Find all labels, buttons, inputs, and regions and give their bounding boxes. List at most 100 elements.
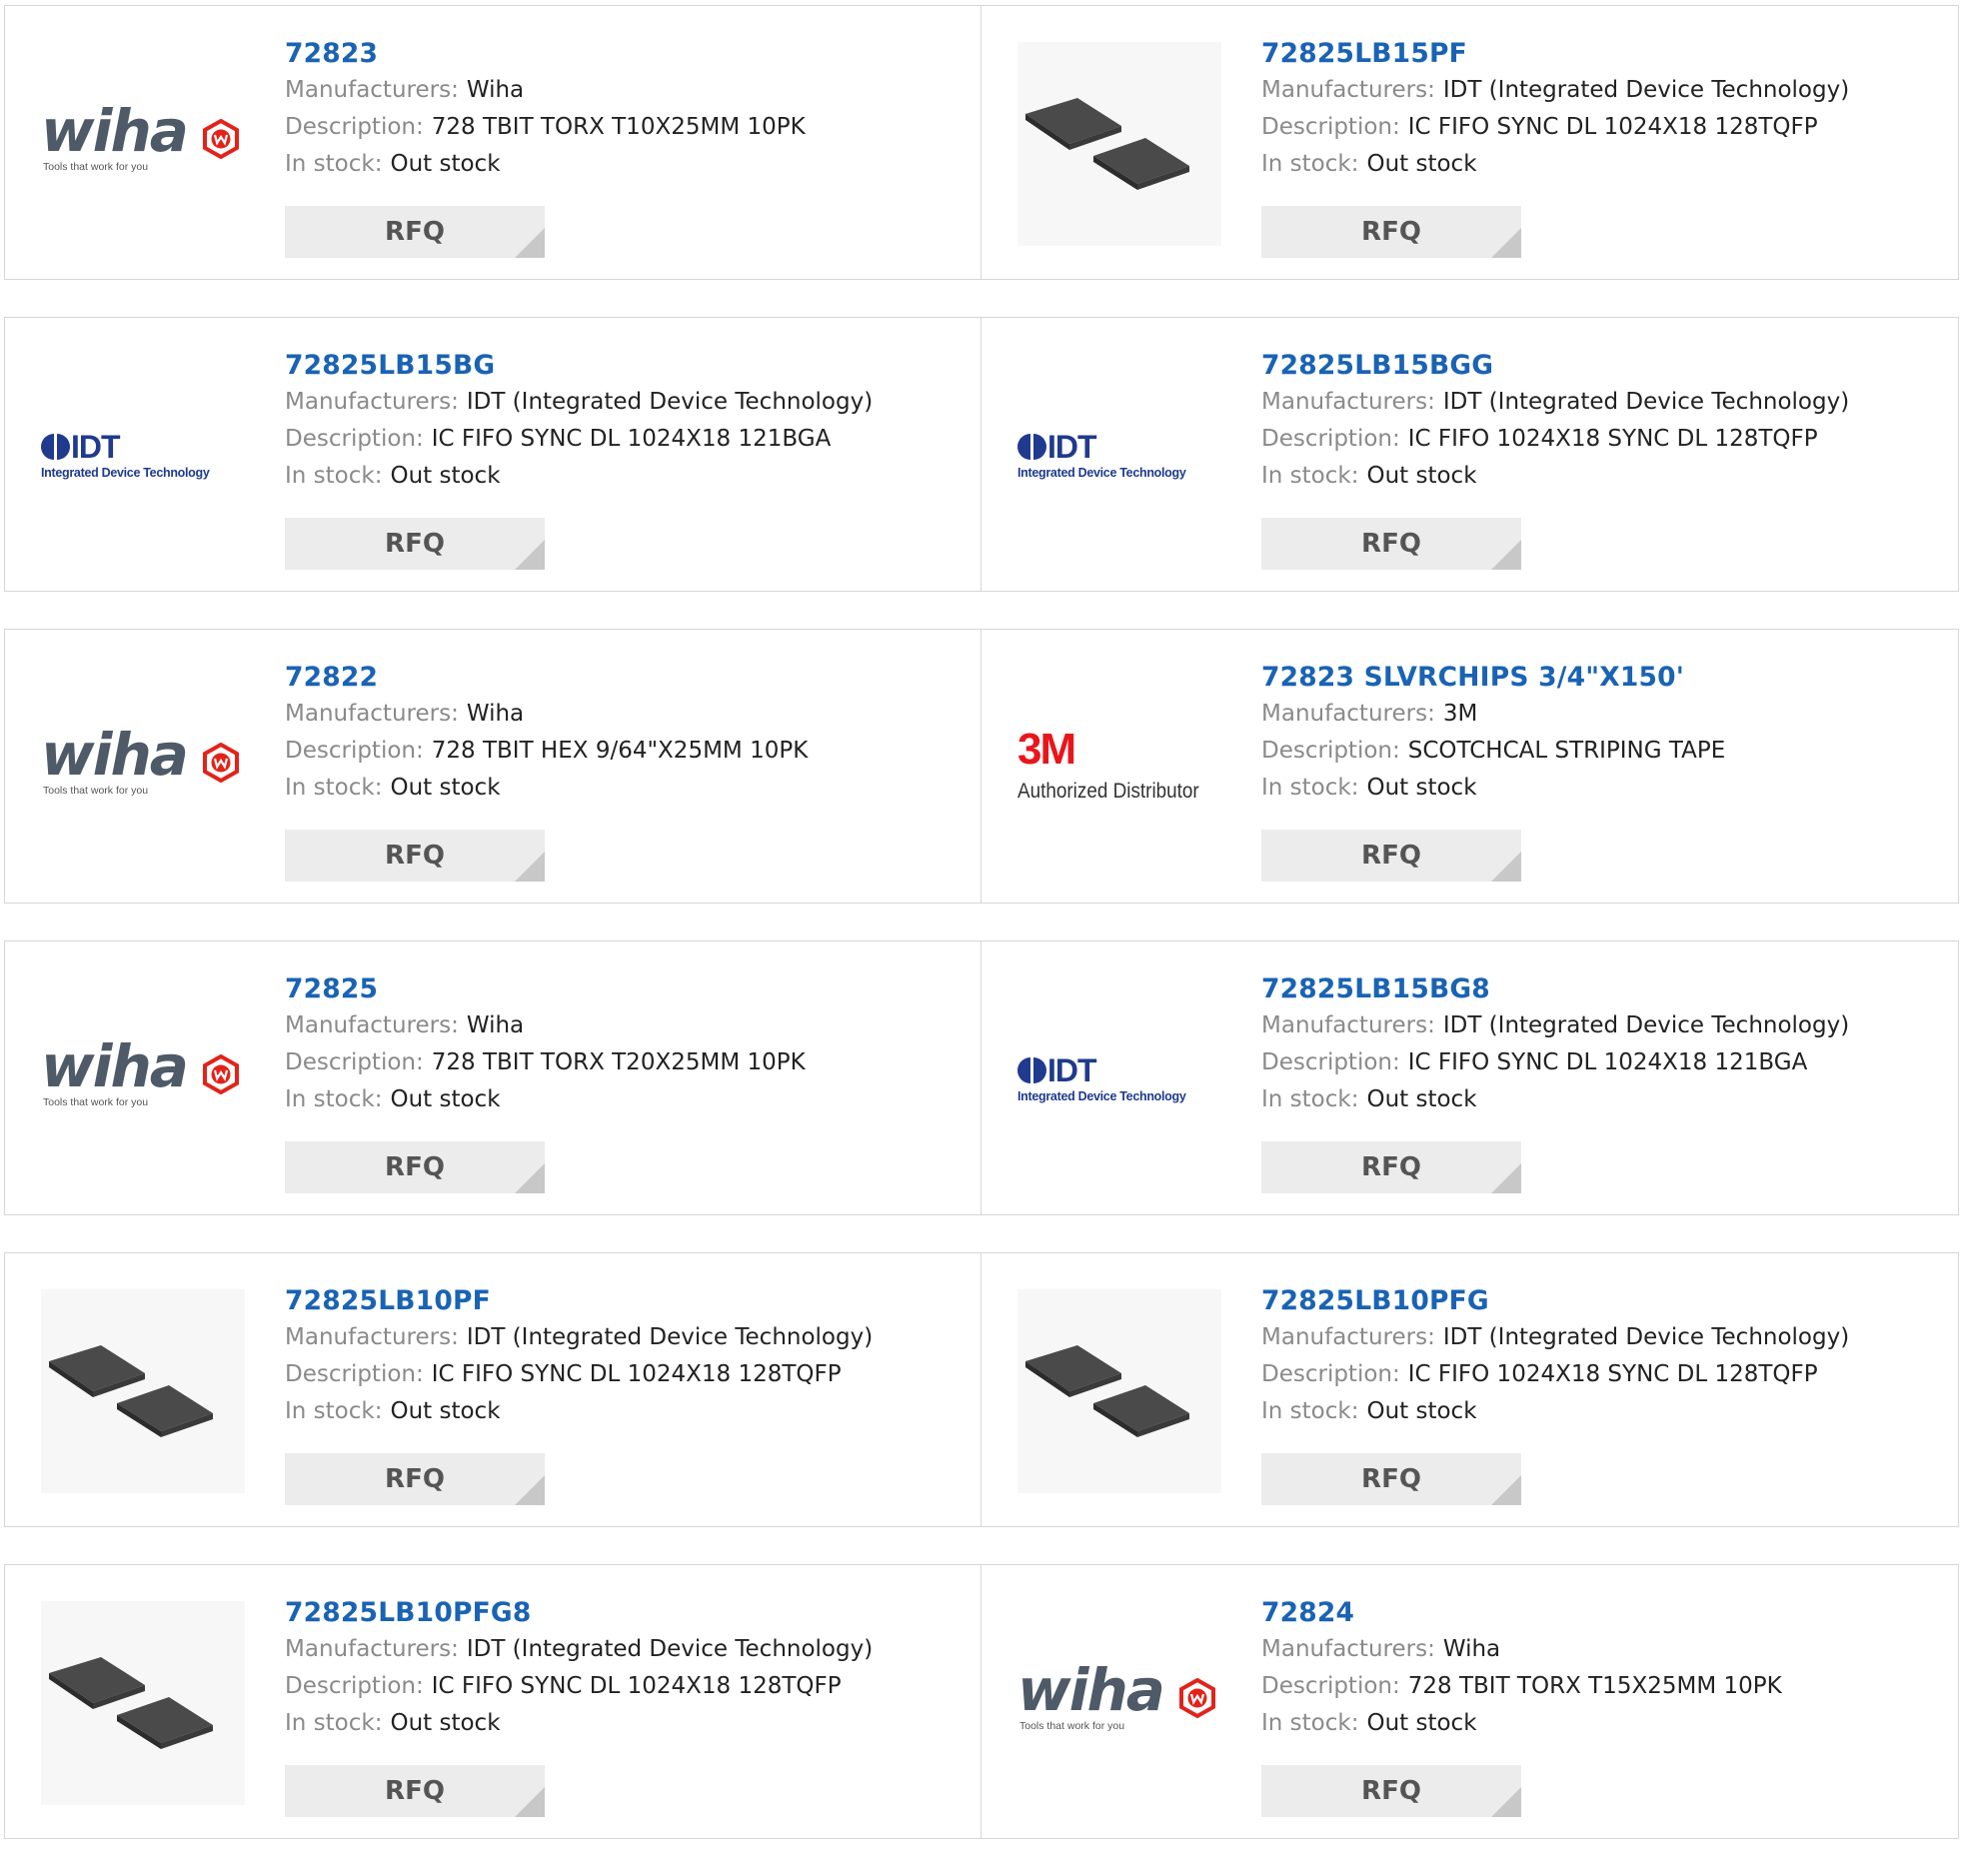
rfq-button[interactable]: RFQ — [285, 830, 545, 882]
part-number-link[interactable]: 72825LB10PFG8 — [285, 1595, 531, 1631]
rfq-button[interactable]: RFQ — [1261, 1453, 1521, 1505]
product-image[interactable]: wiha Tools that work for you — [41, 666, 245, 870]
description-value: IC FIFO SYNC DL 1024X18 128TQFP — [1407, 114, 1818, 140]
product-image[interactable]: 3M Authorized Distributor — [1017, 666, 1221, 870]
product-card: wiha Tools that work for you 72824 Manufa… — [982, 1564, 1959, 1839]
manufacturer-row: Manufacturers: IDT (Integrated Device Tec… — [1261, 1007, 1948, 1044]
product-image[interactable]: wiha Tools that work for you — [41, 977, 245, 1181]
part-number-link[interactable]: 72824 — [1261, 1595, 1354, 1631]
part-number-link[interactable]: 72825LB15BGG — [1261, 348, 1493, 384]
wiha-logo: wiha Tools that work for you — [1017, 1658, 1221, 1748]
manufacturer-value: IDT (Integrated Device Technology) — [1442, 77, 1850, 103]
part-number-link[interactable]: 72823 SLVRCHIPS 3/4"X150' — [1261, 660, 1684, 696]
manufacturer-value: IDT (Integrated Device Technology) — [466, 1324, 874, 1350]
wiha-logo-word: wiha — [1017, 1656, 1165, 1724]
idt-mark-icon — [1017, 1057, 1046, 1083]
part-number-link[interactable]: 72823 — [285, 36, 378, 72]
stock-label: In stock: — [1261, 1086, 1359, 1112]
product-image[interactable] — [41, 1601, 245, 1805]
description-label: Description: — [285, 1673, 424, 1699]
description-value: 728 TBIT TORX T20X25MM 10PK — [431, 1049, 806, 1075]
part-number-link[interactable]: 72825LB10PFG — [1261, 1283, 1489, 1319]
idt-logo-tagline: Integrated Device Technology — [1017, 1089, 1186, 1103]
product-image[interactable] — [41, 1289, 245, 1493]
description-value: IC FIFO 1024X18 SYNC DL 128TQFP — [1407, 1361, 1818, 1387]
wiha-logo-word: wiha — [41, 97, 189, 165]
description-row: Description: IC FIFO SYNC DL 1024X18 128T… — [285, 1668, 971, 1705]
idt-logo-word: IDT — [1047, 1052, 1097, 1088]
manufacturer-label: Manufacturers: — [285, 1636, 459, 1662]
stock-value: Out stock — [1366, 775, 1477, 801]
product-image[interactable]: wiha Tools that work for you — [1017, 1601, 1221, 1805]
rfq-label: RFQ — [1361, 529, 1421, 559]
idt-mark-icon — [41, 434, 70, 460]
description-value: IC FIFO SYNC DL 1024X18 128TQFP — [431, 1673, 842, 1699]
corner-triangle-icon — [515, 228, 545, 258]
product-row: 72825LB10PF Manufacturers: IDT (Integrate… — [4, 1252, 1959, 1527]
product-image[interactable]: IDT Integrated Device Technology — [41, 354, 245, 558]
stock-value: Out stock — [390, 1086, 501, 1112]
product-info: 72825LB15BG8 Manufacturers: IDT (Integrat… — [1261, 971, 1948, 1118]
product-info: 72825LB10PF Manufacturers: IDT (Integrate… — [285, 1283, 971, 1430]
rfq-button[interactable]: RFQ — [1261, 830, 1521, 882]
manufacturer-value: IDT (Integrated Device Technology) — [1442, 1012, 1850, 1038]
rfq-button[interactable]: RFQ — [1261, 206, 1521, 258]
rfq-button[interactable]: RFQ — [1261, 1765, 1521, 1817]
product-image[interactable]: IDT Integrated Device Technology — [1017, 977, 1221, 1181]
product-image[interactable]: IDT Integrated Device Technology — [1017, 354, 1221, 558]
description-label: Description: — [285, 1361, 424, 1387]
description-label: Description: — [1261, 738, 1400, 764]
stock-row: In stock: Out stock — [1261, 770, 1948, 807]
product-row: IDT Integrated Device Technology 72825LB1… — [4, 317, 1959, 592]
wiha-logo-tagline: Tools that work for you — [43, 1096, 149, 1108]
description-label: Description: — [285, 426, 424, 452]
product-image[interactable]: wiha Tools that work for you — [41, 42, 245, 246]
description-row: Description: SCOTCHCAL STRIPING TAPE — [1261, 733, 1948, 770]
description-value: IC FIFO SYNC DL 1024X18 128TQFP — [431, 1361, 842, 1387]
product-image[interactable] — [1017, 1289, 1221, 1493]
manufacturer-row: Manufacturers: IDT (Integrated Device Tec… — [285, 384, 971, 421]
stock-label: In stock: — [285, 151, 383, 177]
idt-logo-tagline: Integrated Device Technology — [41, 466, 210, 480]
product-card: 72825LB10PFG8 Manufacturers: IDT (Integra… — [4, 1564, 982, 1839]
part-number-link[interactable]: 72825LB15BG — [285, 348, 495, 384]
rfq-button[interactable]: RFQ — [285, 1141, 545, 1193]
product-row: wiha Tools that work for you 72822 Manufa… — [4, 629, 1959, 904]
stock-label: In stock: — [285, 1710, 383, 1736]
description-row: Description: IC FIFO SYNC DL 1024X18 121B… — [285, 421, 971, 458]
description-value: SCOTCHCAL STRIPING TAPE — [1407, 738, 1726, 764]
product-card: 72825LB10PFG Manufacturers: IDT (Integrat… — [982, 1252, 1959, 1527]
stock-label: In stock: — [285, 1086, 383, 1112]
description-row: Description: IC FIFO SYNC DL 1024X18 128T… — [1261, 109, 1948, 146]
rfq-label: RFQ — [1361, 1152, 1421, 1182]
part-number-link[interactable]: 72825LB10PF — [285, 1283, 491, 1319]
part-number-link[interactable]: 72825LB15PF — [1261, 36, 1467, 72]
stock-value: Out stock — [1366, 151, 1477, 177]
stock-value: Out stock — [390, 463, 501, 489]
description-label: Description: — [285, 1049, 424, 1075]
rfq-button[interactable]: RFQ — [285, 1453, 545, 1505]
part-number-link[interactable]: 72825LB15BG8 — [1261, 971, 1490, 1007]
product-info: 72825LB10PFG8 Manufacturers: IDT (Integra… — [285, 1595, 971, 1742]
rfq-button[interactable]: RFQ — [285, 1765, 545, 1817]
wiha-badge-icon — [203, 743, 239, 783]
stock-row: In stock: Out stock — [285, 770, 971, 807]
corner-triangle-icon — [1491, 1163, 1521, 1193]
manufacturer-value: IDT (Integrated Device Technology) — [1442, 1324, 1850, 1350]
product-image[interactable] — [1017, 42, 1221, 246]
idt-logo: IDT Integrated Device Technology — [1017, 1049, 1221, 1109]
stock-row: In stock: Out stock — [285, 1081, 971, 1118]
part-number-link[interactable]: 72825 — [285, 971, 378, 1007]
rfq-button[interactable]: RFQ — [1261, 1141, 1521, 1193]
stock-value: Out stock — [390, 1710, 501, 1736]
product-row: wiha Tools that work for you 72825 Manufa… — [4, 940, 1959, 1215]
rfq-button[interactable]: RFQ — [1261, 518, 1521, 570]
description-label: Description: — [1261, 426, 1400, 452]
wiha-logo-tagline: Tools that work for you — [1019, 1720, 1125, 1732]
description-label: Description: — [1261, 114, 1400, 140]
rfq-button[interactable]: RFQ — [285, 518, 545, 570]
description-row: Description: IC FIFO 1024X18 SYNC DL 128T… — [1261, 421, 1948, 458]
product-card: wiha Tools that work for you 72825 Manufa… — [4, 940, 982, 1215]
part-number-link[interactable]: 72822 — [285, 660, 378, 696]
rfq-button[interactable]: RFQ — [285, 206, 545, 258]
